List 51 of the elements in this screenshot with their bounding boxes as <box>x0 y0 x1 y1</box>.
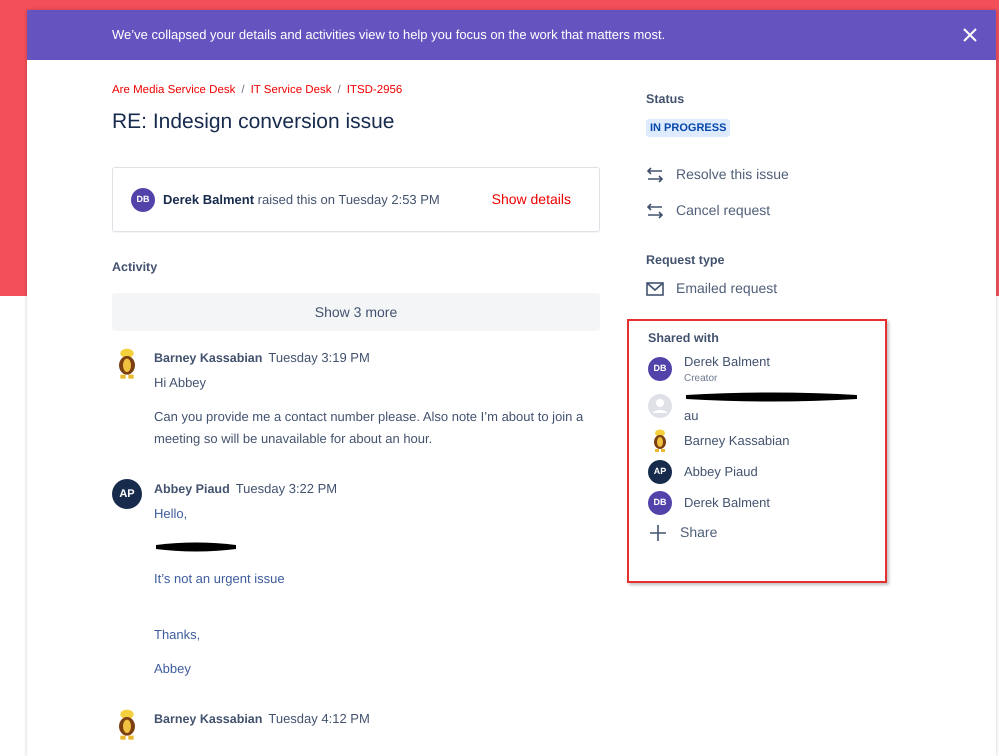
person-name: au <box>684 406 700 425</box>
transition-link[interactable]: Resolve this issue <box>646 164 886 186</box>
plus-icon <box>648 522 668 543</box>
breadcrumb-link[interactable]: Are Media Service Desk <box>112 82 236 100</box>
request-type-value: Emailed request <box>676 279 778 298</box>
comment-text: Abbey <box>154 660 192 678</box>
show-details-link[interactable]: Show details <box>492 189 571 210</box>
cartoon-avatar-icon <box>116 348 138 380</box>
comment-text: Hello, <box>154 504 188 523</box>
avatar: DB <box>131 188 155 212</box>
shared-with-heading: Shared with <box>648 330 720 347</box>
avatar: DB <box>648 490 672 515</box>
show-more-button[interactable]: Show 3 more <box>112 293 600 332</box>
avatar: DB <box>648 357 672 381</box>
comment-author: Barney Kassabian <box>154 712 262 726</box>
breadcrumb-link[interactable]: IT Service Desk <box>250 82 332 100</box>
banner-message: We’ve collapsed your details and activities view to help you focus on the work that matters most. <box>112 26 666 44</box>
breadcrumb-link[interactable]: ITSD-2956 <box>346 82 402 100</box>
breadcrumb-separator: / <box>241 83 245 98</box>
avatar: AP <box>112 478 142 509</box>
default-avatar-icon <box>648 394 672 418</box>
comment-text: Thanks, <box>154 626 202 644</box>
breadcrumb-separator: / <box>338 83 341 98</box>
person-name: Abbey Piaud <box>684 463 758 481</box>
status-heading: Status <box>646 91 686 108</box>
envelope-icon <box>646 282 664 296</box>
close-icon <box>962 27 978 43</box>
swap-arrows-icon <box>646 166 664 183</box>
person-name: Derek Balment <box>684 352 770 371</box>
status-lozenge: IN PROGRESS <box>646 118 730 138</box>
issue-title: RE: Indesign conversion issue <box>112 109 396 134</box>
person-name: Barney Kassabian <box>684 432 790 450</box>
swap-arrows-icon <box>646 202 664 219</box>
cartoon-avatar-icon <box>652 428 668 453</box>
comment-text: It’s not an urgent issue <box>154 570 286 588</box>
comment-time: Tuesday 3:22 PM <box>236 480 338 496</box>
request-type-heading: Request type <box>646 252 726 270</box>
avatar: AP <box>648 460 672 484</box>
activity-heading: Activity <box>112 259 158 276</box>
requester-summary: Derek Balment raised this on Tuesday 2:53 PM <box>163 191 440 210</box>
cartoon-avatar-icon <box>116 709 138 742</box>
comment-text: Can you provide me a contact number please. Also note I’m about to join a meeting so will be unavailable for about an hour. <box>154 408 584 448</box>
comment-author: Barney Kassabian <box>154 351 262 366</box>
comment-author: Abbey Piaud <box>154 482 230 496</box>
person-role: Creator <box>684 372 718 386</box>
comment-text: Hi Abbey <box>154 374 208 392</box>
comment-time: Tuesday 3:19 PM <box>268 350 370 366</box>
person-name: Derek Balment <box>684 494 770 512</box>
transition-link[interactable]: Cancel request <box>646 200 886 222</box>
comment-time: Tuesday 4:12 PM <box>268 711 370 726</box>
share-link[interactable]: Share <box>648 522 885 544</box>
